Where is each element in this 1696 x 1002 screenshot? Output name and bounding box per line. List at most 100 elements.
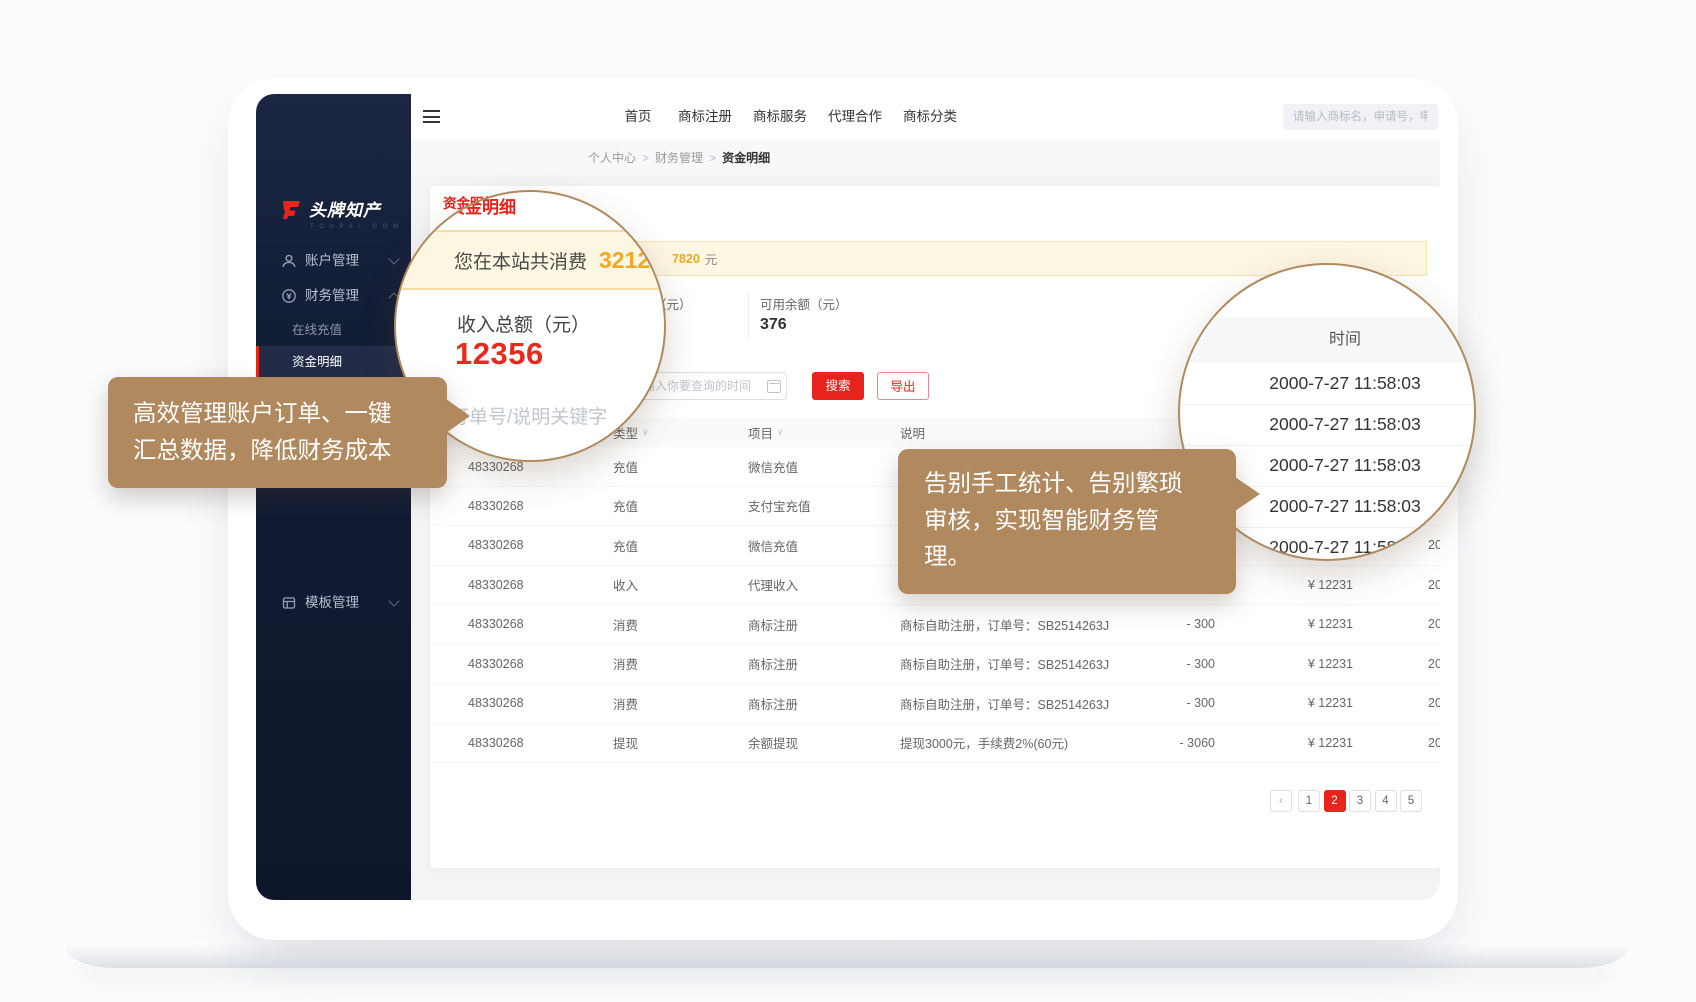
sidebar-group-finance[interactable]: 财务管理 [256, 283, 411, 309]
callout-left-text: 高效管理账户订单、一键 汇总数据，降低财务成本 [133, 395, 392, 469]
cell-type: 提现 [613, 723, 638, 762]
cell-type: 充值 [613, 526, 638, 565]
hamburger-menu-icon[interactable] [423, 110, 440, 123]
pagination-page-2[interactable]: 2 [1324, 790, 1346, 812]
breadcrumb-current: 资金明细 [722, 151, 770, 165]
pagination-page-1[interactable]: 1 [1298, 790, 1320, 812]
search-button[interactable]: 搜索 [812, 372, 864, 400]
cell-order: 48330268 [468, 723, 524, 762]
cell-project: 微信充值 [748, 526, 798, 565]
pagination-page-5[interactable]: 5 [1400, 790, 1422, 812]
cell-balance: ¥ 12231 [1225, 605, 1353, 644]
chevron-down-icon [388, 595, 399, 606]
magnified-keyword-placeholder: 订单号/说明关键字 [450, 402, 607, 429]
cell-time: 2000-7-27 11:58:03 [1428, 605, 1440, 644]
magnified-time-cell: 2000-7-27 11:58:03 [1180, 363, 1474, 405]
screenshot-stage: 头牌知产 T O U P A I . C O M 账户管理 财务管理 在线充值 [0, 0, 1696, 1002]
cell-time: 2000-7-27 11:58:03 [1428, 644, 1440, 683]
brand-flag-icon [279, 197, 303, 221]
brand-name: 头牌知产 [309, 196, 381, 221]
sort-caret-icon: ∨ [777, 427, 784, 438]
sort-caret-icon: ∨ [642, 427, 649, 438]
magnified-tab-label: 资金明细 [448, 193, 516, 218]
sidebar-group-label: 模板管理 [305, 590, 359, 616]
cell-amount: - 3060 [1070, 723, 1215, 762]
calendar-icon[interactable] [767, 380, 781, 393]
breadcrumb: 个人中心>财务管理>资金明细 [588, 140, 770, 176]
magnified-time-header: 时间 [1180, 317, 1474, 363]
pagination-page-4[interactable]: 4 [1375, 790, 1397, 812]
cell-project: 商标注册 [748, 684, 798, 723]
cell-type: 收入 [613, 565, 638, 604]
cell-order: 48330268 [468, 526, 524, 565]
cell-project: 微信充值 [748, 447, 798, 486]
nav-item-trademark-register[interactable]: 商标注册 [675, 94, 735, 140]
cell-order: 48330268 [468, 684, 524, 723]
magnified-consumption-banner: 您在本站共消费 32124 [394, 230, 666, 290]
brand-tagline: T O U P A I . C O M [310, 224, 400, 230]
cell-project: 余额提现 [748, 723, 798, 762]
stat-balance-value: 376 [760, 316, 787, 334]
stat-balance-label: 可用余额（元） [760, 294, 848, 313]
breadcrumb-home[interactable]: 个人中心 [588, 151, 636, 165]
magnified-income-value: 12356 [455, 336, 544, 372]
cell-order: 48330268 [468, 565, 524, 604]
callout-right-text: 告别手工统计、告别繁琐 审核，实现智能财务管 理。 [924, 465, 1183, 575]
table-row[interactable]: 48330268 消费 商标注册 商标自助注册，订单号：SB2514263J -… [430, 684, 1440, 724]
nav-item-trademark-category[interactable]: 商标分类 [900, 94, 960, 140]
pagination-prev-button[interactable]: ‹ [1270, 790, 1292, 812]
user-icon [281, 253, 297, 269]
stat-divider [748, 292, 749, 338]
finance-icon [281, 288, 297, 304]
cell-project: 代理收入 [748, 565, 798, 604]
header-desc: 说明 [900, 418, 925, 447]
breadcrumb-section[interactable]: 财务管理 [655, 151, 703, 165]
cell-type: 消费 [613, 644, 638, 683]
cell-type: 消费 [613, 684, 638, 723]
sidebar-item-online-recharge[interactable]: 在线充值 [256, 317, 411, 343]
magnified-banner-prefix: 您在本站共消费 [454, 247, 587, 274]
cell-time: 2000-7-27 11:58:03 [1428, 565, 1440, 604]
nav-item-home[interactable]: 首页 [608, 94, 668, 140]
cell-project: 商标注册 [748, 644, 798, 683]
cell-order: 48330268 [468, 605, 524, 644]
cell-balance: ¥ 12231 [1225, 644, 1353, 683]
magnified-income-label: 收入总额（元） [457, 310, 590, 337]
cell-type: 消费 [613, 605, 638, 644]
brand-logo[interactable]: 头牌知产 [279, 196, 381, 221]
cell-type: 充值 [613, 447, 638, 486]
nav-item-agent-cooperation[interactable]: 代理合作 [825, 94, 885, 140]
callout-left: 高效管理账户订单、一键 汇总数据，降低财务成本 [108, 377, 447, 488]
callout-right: 告别手工统计、告别繁琐 审核，实现智能财务管 理。 [898, 449, 1236, 594]
banner-amount: 7820 [672, 252, 700, 266]
trademark-search-input[interactable] [1283, 104, 1438, 130]
sidebar-group-label: 账户管理 [305, 248, 359, 274]
header-project[interactable]: 项目∨ [748, 418, 784, 447]
laptop-base [66, 941, 1628, 968]
magnified-time-cell: 2000-7-27 11:58:03 [1180, 404, 1474, 446]
breadcrumb-bar: 个人中心>财务管理>资金明细 [411, 140, 1440, 176]
cell-order: 48330268 [468, 644, 524, 683]
cell-project: 支付宝充值 [748, 486, 811, 525]
banner-unit: 元 [705, 249, 718, 268]
sidebar-group-label: 财务管理 [305, 283, 359, 309]
cell-order: 48330268 [468, 486, 524, 525]
sidebar: 头牌知产 T O U P A I . C O M 账户管理 财务管理 在线充值 [256, 94, 411, 900]
breadcrumb-separator: > [709, 151, 716, 165]
cell-balance: ¥ 12231 [1225, 684, 1353, 723]
cell-balance: ¥ 12231 [1225, 723, 1353, 762]
pagination-page-3[interactable]: 3 [1349, 790, 1371, 812]
cell-amount: - 300 [1070, 605, 1215, 644]
export-button[interactable]: 导出 [877, 372, 929, 400]
sidebar-item-label: 资金明细 [292, 346, 342, 378]
table-row[interactable]: 48330268 消费 商标注册 商标自助注册，订单号：SB2514263J -… [430, 605, 1440, 645]
template-icon [281, 595, 297, 611]
cell-amount: - 300 [1070, 684, 1215, 723]
cell-desc: 提现3000元，手续费2%(60元) [900, 723, 1068, 762]
sidebar-group-template[interactable]: 模板管理 [256, 590, 411, 616]
table-row[interactable]: 48330268 提现 余额提现 提现3000元，手续费2%(60元) - 30… [430, 723, 1440, 763]
sidebar-item-fund-details[interactable]: 资金明细 [256, 346, 411, 378]
sidebar-group-account[interactable]: 账户管理 [256, 248, 411, 274]
nav-item-trademark-service[interactable]: 商标服务 [750, 94, 810, 140]
table-row[interactable]: 48330268 消费 商标注册 商标自助注册，订单号：SB2514263J -… [430, 644, 1440, 684]
